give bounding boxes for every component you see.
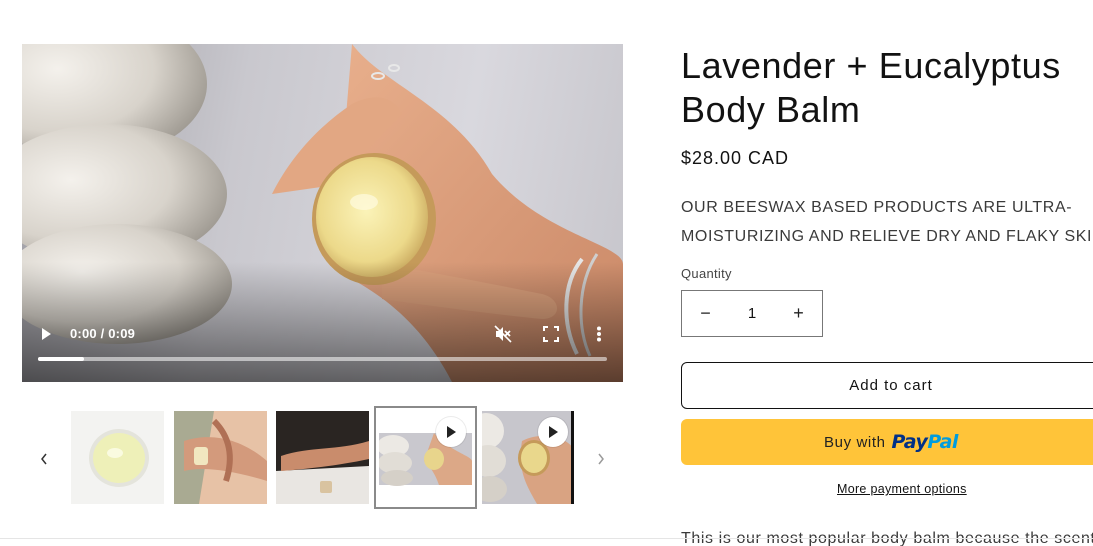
add-to-cart-button[interactable]: Add to cart bbox=[681, 362, 1093, 409]
product-description: OUR BEESWAX BASED PRODUCTS ARE ULTRA- MO… bbox=[681, 193, 1093, 251]
thumbnail-3[interactable] bbox=[276, 411, 369, 504]
description-line-1: OUR BEESWAX BASED PRODUCTS ARE ULTRA- bbox=[681, 199, 1073, 216]
fullscreen-button[interactable] bbox=[538, 321, 564, 347]
product-price: $28.00 CAD bbox=[681, 148, 790, 168]
product-video[interactable]: 0:00 / 0:09 bbox=[22, 44, 623, 382]
play-icon bbox=[447, 426, 456, 438]
paypal-logo: PayPal bbox=[891, 431, 959, 453]
thumbnail-2[interactable] bbox=[174, 411, 267, 504]
thumbnail-1[interactable] bbox=[71, 411, 164, 504]
quantity-increase-button[interactable]: + bbox=[775, 291, 822, 336]
video-progress-bar[interactable] bbox=[38, 357, 607, 361]
product-title: Lavender + Eucalyptus Body Balm bbox=[681, 45, 1061, 130]
mute-icon bbox=[494, 325, 512, 343]
quantity-input[interactable] bbox=[729, 291, 775, 336]
more-vertical-icon bbox=[597, 326, 601, 342]
description-line-2: MOISTURIZING AND RELIEVE DRY AND FLAKY S… bbox=[681, 228, 1093, 245]
thumbnail-play-badge bbox=[538, 417, 568, 447]
quantity-label: Quantity bbox=[681, 266, 732, 281]
more-payment-options-link[interactable]: More payment options bbox=[837, 482, 967, 496]
play-icon bbox=[42, 328, 51, 340]
more-options-button[interactable] bbox=[586, 321, 612, 347]
thumbnails-next-button[interactable] bbox=[590, 448, 612, 470]
plus-icon: + bbox=[793, 303, 804, 323]
paypal-buy-with-label: Buy with bbox=[824, 433, 886, 451]
minus-icon: − bbox=[700, 303, 711, 323]
page-cutoff-divider bbox=[0, 538, 1093, 539]
chevron-left-icon bbox=[41, 453, 47, 465]
quantity-decrease-button[interactable]: − bbox=[682, 291, 729, 336]
quantity-stepper: − + bbox=[681, 290, 823, 337]
thumbnail-4[interactable] bbox=[374, 406, 477, 509]
video-time: 0:00 / 0:09 bbox=[70, 326, 136, 341]
video-progress-fill bbox=[38, 357, 84, 361]
video-controls bbox=[22, 312, 623, 382]
thumbnails-prev-button[interactable] bbox=[33, 448, 55, 470]
mute-button[interactable] bbox=[490, 321, 516, 347]
play-button[interactable] bbox=[33, 321, 59, 347]
play-icon bbox=[549, 426, 558, 438]
thumbnail-play-badge bbox=[436, 417, 466, 447]
chevron-right-icon bbox=[598, 453, 604, 465]
fullscreen-icon bbox=[543, 326, 559, 342]
thumbnail-5[interactable] bbox=[482, 411, 574, 504]
paypal-button[interactable]: Buy with PayPal bbox=[681, 419, 1093, 465]
